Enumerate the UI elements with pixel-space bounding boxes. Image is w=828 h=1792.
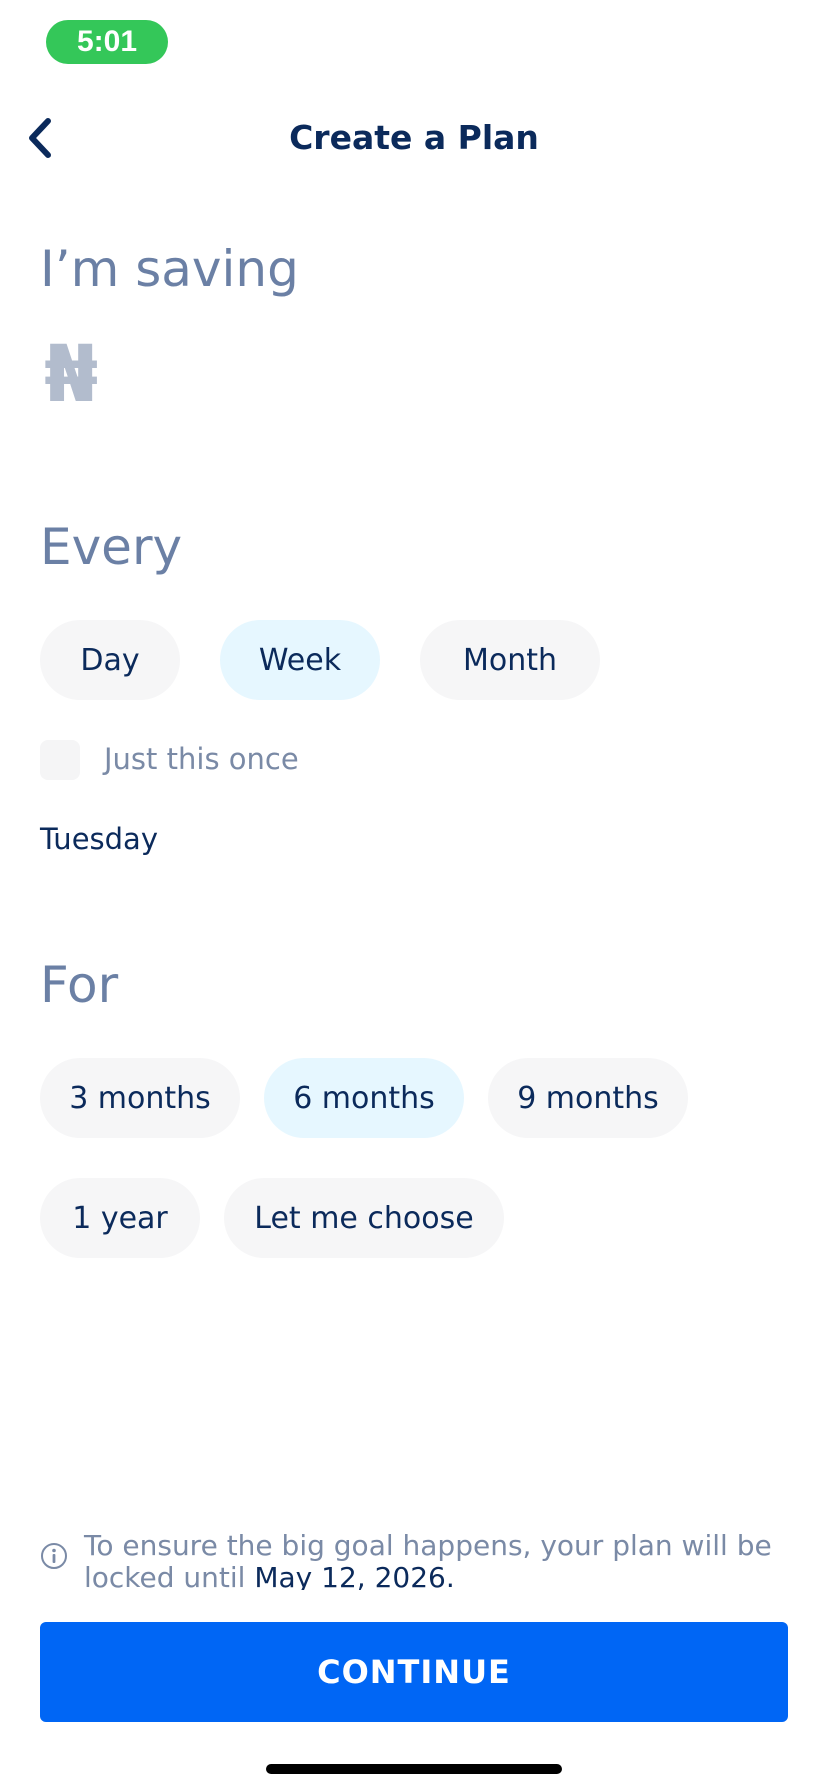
duration-option-let-me-choose[interactable]: Let me choose [224, 1178, 504, 1258]
duration-option-6-months[interactable]: 6 months [264, 1058, 464, 1138]
duration-label: For [40, 956, 119, 1014]
frequency-label: Every [40, 518, 183, 576]
status-time: 5:01 [46, 20, 168, 64]
home-indicator [266, 1764, 562, 1774]
frequency-option-day[interactable]: Day [40, 620, 180, 700]
duration-option-9-months[interactable]: 9 months [488, 1058, 688, 1138]
lock-notice: To ensure the big goal happens, your pla… [40, 1530, 780, 1590]
lock-date: May 12, 2026. [254, 1561, 455, 1591]
day-selector[interactable]: Tuesday [40, 822, 158, 856]
amount-input[interactable]: ₦ [44, 330, 98, 420]
just-this-once-checkbox[interactable] [40, 740, 80, 780]
frequency-option-month[interactable]: Month [420, 620, 600, 700]
frequency-option-week[interactable]: Week [220, 620, 380, 700]
amount-label: I’m saving [40, 240, 299, 298]
info-icon [40, 1542, 68, 1574]
duration-option-1-year[interactable]: 1 year [40, 1178, 200, 1258]
page-title: Create a Plan [289, 118, 539, 157]
just-this-once-label: Just this once [104, 742, 299, 776]
lock-notice-text: To ensure the big goal happens, your pla… [84, 1530, 780, 1590]
duration-option-3-months[interactable]: 3 months [40, 1058, 240, 1138]
continue-button[interactable]: CONTINUE [40, 1622, 788, 1722]
